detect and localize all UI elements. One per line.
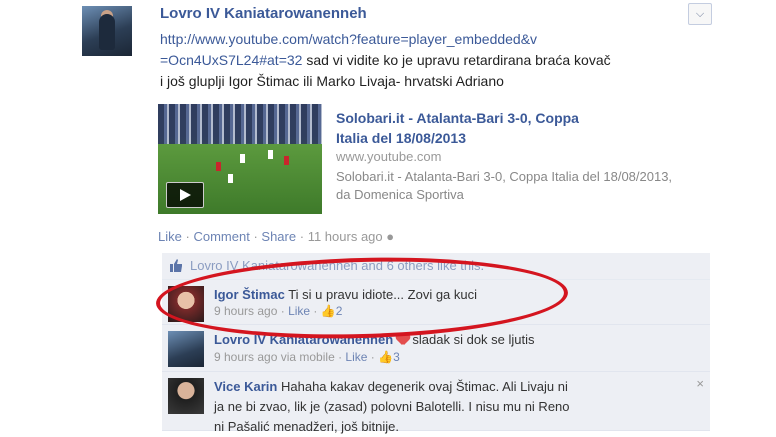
comment-text: Hahaha kakav degenerik ovaj Štimac. Ali … xyxy=(280,379,568,394)
post-actions: Like · Comment · Share · 11 hours ago ● xyxy=(158,229,395,244)
post-text-line2: i još gluplji Igor Štimac ili Marko Liva… xyxy=(160,73,504,89)
post-author-avatar[interactable] xyxy=(82,6,132,56)
commenter-avatar[interactable] xyxy=(168,331,204,367)
globe-icon: ● xyxy=(386,229,395,244)
comment-like-link[interactable]: Like xyxy=(345,350,367,364)
comment-text: sladak si dok se ljutis xyxy=(412,332,535,347)
chevron-down-icon[interactable]: ⌵ xyxy=(688,3,712,25)
video-thumbnail[interactable] xyxy=(158,104,322,214)
link-card-title[interactable]: Solobari.it - Atalanta-Bari 3-0, Coppa I… xyxy=(336,108,586,148)
post-text-line1: sad vi vidite ko je upravu retardirana b… xyxy=(302,52,611,68)
comment-time[interactable]: 9 hours ago via mobile xyxy=(214,350,335,364)
post-timestamp[interactable]: 11 hours ago xyxy=(308,229,383,244)
thumbs-up-icon xyxy=(170,259,182,272)
comment-text-cont: ni Pašalić menadžeri, još bitnije. xyxy=(214,419,399,434)
comment-text-cont: ja ne bi zvao, lik je (zasad) polovni Ba… xyxy=(214,399,570,414)
comment-meta: 9 hours ago via mobile · Like · 👍3 xyxy=(214,350,400,364)
link-card-domain: www.youtube.com xyxy=(336,149,442,164)
link-card-description: Solobari.it - Atalanta-Bari 3-0, Coppa I… xyxy=(336,169,673,202)
comment-item: Vice Karin Hahaha kakav degenerik ovaj Š… xyxy=(162,372,710,434)
close-icon[interactable]: × xyxy=(696,376,704,391)
commenter-avatar[interactable] xyxy=(168,378,204,414)
post-text: http://www.youtube.com/watch?feature=pla… xyxy=(160,29,700,92)
post-url-cont[interactable]: =Ocn4UxS7L24#at=32 xyxy=(160,52,302,68)
play-icon[interactable] xyxy=(166,182,204,208)
comment-like-count[interactable]: 3 xyxy=(393,350,400,364)
comment-link[interactable]: Comment xyxy=(193,229,249,244)
post-author-name[interactable]: Lovro IV Kaniatarowanenneh xyxy=(160,5,367,22)
commenter-name[interactable]: Vice Karin xyxy=(214,379,277,394)
post-url[interactable]: http://www.youtube.com/watch?feature=pla… xyxy=(160,31,537,47)
like-link[interactable]: Like xyxy=(158,229,182,244)
thumbs-up-icon: 👍 xyxy=(378,350,394,364)
share-link[interactable]: Share xyxy=(261,229,296,244)
